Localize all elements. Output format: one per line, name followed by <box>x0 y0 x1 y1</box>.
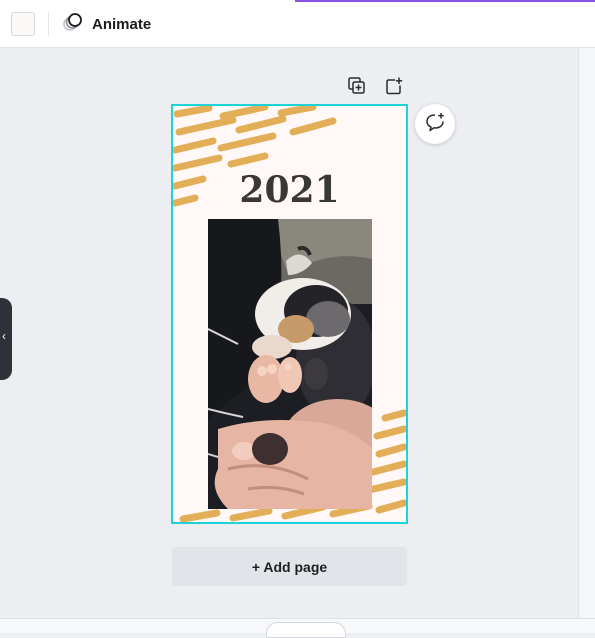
year-heading[interactable]: 2021 <box>173 169 406 211</box>
duplicate-page-icon[interactable] <box>347 76 367 96</box>
side-panel-toggle[interactable]: ‹ <box>0 298 12 380</box>
toolbar-divider <box>48 12 49 36</box>
editor-toolbar: Animate <box>0 0 595 48</box>
animate-icon <box>62 11 84 38</box>
add-comment-button[interactable] <box>415 104 455 144</box>
design-page[interactable]: 2021 <box>171 104 408 524</box>
puppy-photo[interactable] <box>208 219 372 509</box>
right-scroll-rail[interactable] <box>578 48 595 618</box>
toolbar-accent-line <box>295 0 595 2</box>
bottom-panel-handle[interactable] <box>266 622 346 638</box>
animate-label: Animate <box>92 15 152 33</box>
add-page-button[interactable]: + Add page <box>172 547 407 586</box>
chevron-left-icon: ‹ <box>2 329 6 343</box>
add-page-icon[interactable] <box>384 76 404 96</box>
add-comment-icon <box>424 111 446 138</box>
background-color-swatch[interactable] <box>11 12 35 36</box>
animate-button[interactable]: Animate <box>62 12 151 36</box>
